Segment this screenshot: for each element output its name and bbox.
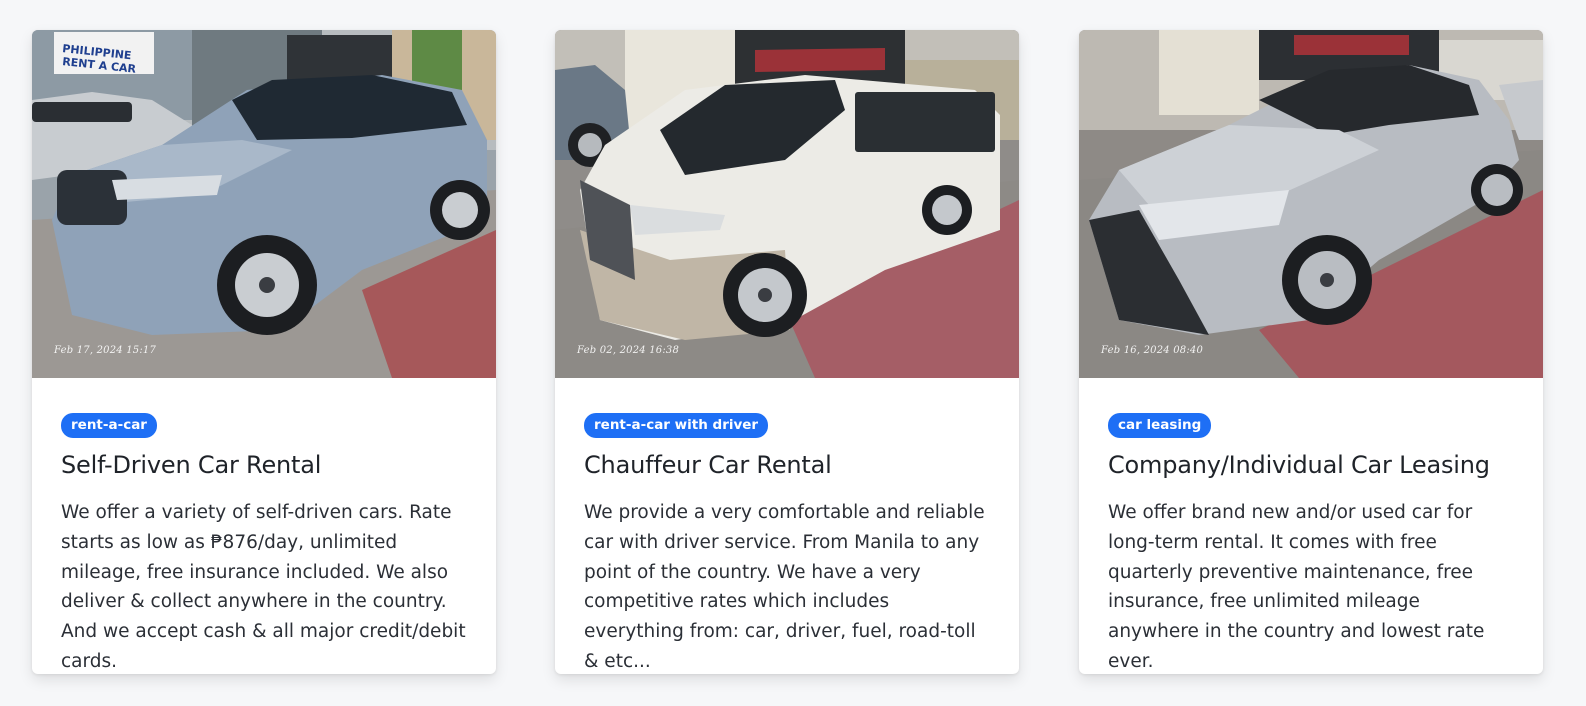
services-grid: PHILIPPINE RENT A CAR Feb 17, 2024 15:17… — [0, 0, 1586, 706]
service-card-leasing[interactable]: Feb 16, 2024 08:40 car leasing Company/I… — [1079, 30, 1543, 674]
car-photo-van: Feb 02, 2024 16:38 — [555, 30, 1019, 378]
photo-timestamp: Feb 02, 2024 16:38 — [577, 345, 680, 356]
card-description: We offer a variety of self-driven cars. … — [61, 502, 466, 672]
card-title[interactable]: Chauffeur Car Rental — [584, 450, 990, 480]
car-photo-suv: PHILIPPINE RENT A CAR Feb 17, 2024 15:17 — [32, 30, 496, 378]
category-badge: car leasing — [1108, 413, 1212, 438]
category-badge: rent-a-car with driver — [584, 413, 769, 438]
service-card-chauffeur[interactable]: Feb 02, 2024 16:38 rent-a-car with drive… — [555, 30, 1019, 674]
card-title[interactable]: Company/Individual Car Leasing — [1108, 450, 1514, 480]
car-photo-sedan: Feb 16, 2024 08:40 — [1079, 30, 1543, 378]
photo-timestamp: Feb 17, 2024 15:17 — [54, 345, 157, 356]
shop-sign: PHILIPPINE RENT A CAR — [54, 32, 154, 76]
card-description: We provide a very comfortable and reliab… — [584, 502, 985, 672]
service-card-self-driven[interactable]: PHILIPPINE RENT A CAR Feb 17, 2024 15:17… — [32, 30, 496, 674]
card-title[interactable]: Self-Driven Car Rental — [61, 450, 467, 480]
category-badge: rent-a-car — [61, 413, 157, 438]
photo-timestamp: Feb 16, 2024 08:40 — [1101, 345, 1204, 356]
card-description: We offer brand new and/or used car for l… — [1108, 502, 1485, 672]
